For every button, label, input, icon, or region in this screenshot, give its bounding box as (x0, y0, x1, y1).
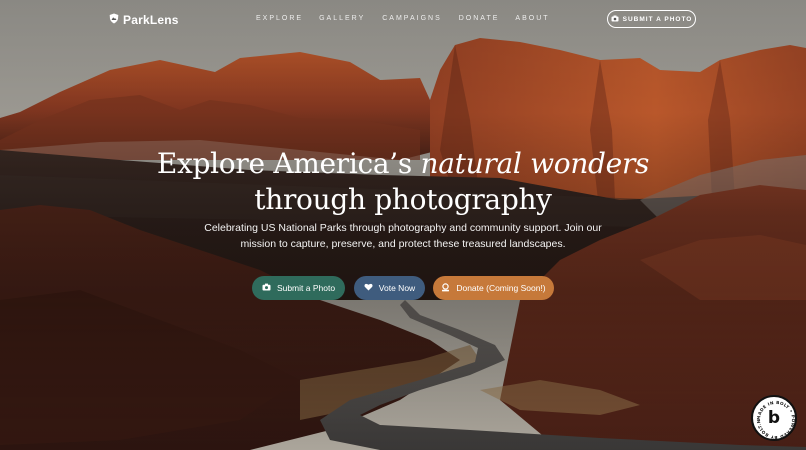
submit-photo-header-button[interactable]: SUBMIT A PHOTO (607, 10, 696, 28)
camera-icon (262, 283, 271, 293)
submit-photo-label: Submit a Photo (276, 283, 336, 293)
submit-photo-button[interactable]: Submit a Photo (252, 276, 345, 300)
donate-icon (441, 282, 450, 294)
hero-title-line1-prefix: Explore America’s (156, 147, 421, 180)
donate-button[interactable]: Donate (Coming Soon!) (433, 276, 554, 300)
brand-logo[interactable]: ParkLens (109, 11, 179, 29)
main-nav: EXPLORE GALLERY CAMPAIGNS DONATE ABOUT (256, 15, 550, 22)
camera-icon (611, 15, 619, 24)
svg-text:MADE IN BOLT • POWERED BY BOLT: MADE IN BOLT • POWERED BY BOLT.NEW • (753, 397, 796, 440)
nav-item-explore[interactable]: EXPLORE (256, 15, 303, 22)
submit-photo-header-label: SUBMIT A PHOTO (622, 15, 693, 23)
vote-now-button[interactable]: Vote Now (354, 276, 425, 300)
brand-name: ParkLens (123, 13, 179, 27)
shield-icon (109, 11, 119, 29)
nav-item-donate[interactable]: DONATE (459, 15, 500, 22)
hero-subtitle: Celebrating US National Parks through ph… (204, 222, 602, 250)
badge-ring-label: MADE IN BOLT • POWERED BY BOLT.NEW • (753, 397, 796, 440)
hero-title: Explore America’s natural wonders throug… (0, 146, 806, 218)
nav-item-gallery[interactable]: GALLERY (319, 15, 365, 22)
hero-title-line2: through photography (254, 183, 552, 216)
donate-label: Donate (Coming Soon!) (456, 283, 546, 293)
badge-ring-text: MADE IN BOLT • POWERED BY BOLT.NEW • (753, 397, 796, 440)
site-header: ParkLens EXPLORE GALLERY CAMPAIGNS DONAT… (0, 0, 806, 40)
nav-item-about[interactable]: ABOUT (515, 15, 549, 22)
heart-icon (364, 283, 373, 293)
hero-title-italic: natural wonders (420, 147, 650, 180)
bolt-badge[interactable]: MADE IN BOLT • POWERED BY BOLT.NEW • b (751, 395, 797, 441)
nav-item-campaigns[interactable]: CAMPAIGNS (382, 15, 442, 22)
vote-now-label: Vote Now (378, 283, 416, 293)
